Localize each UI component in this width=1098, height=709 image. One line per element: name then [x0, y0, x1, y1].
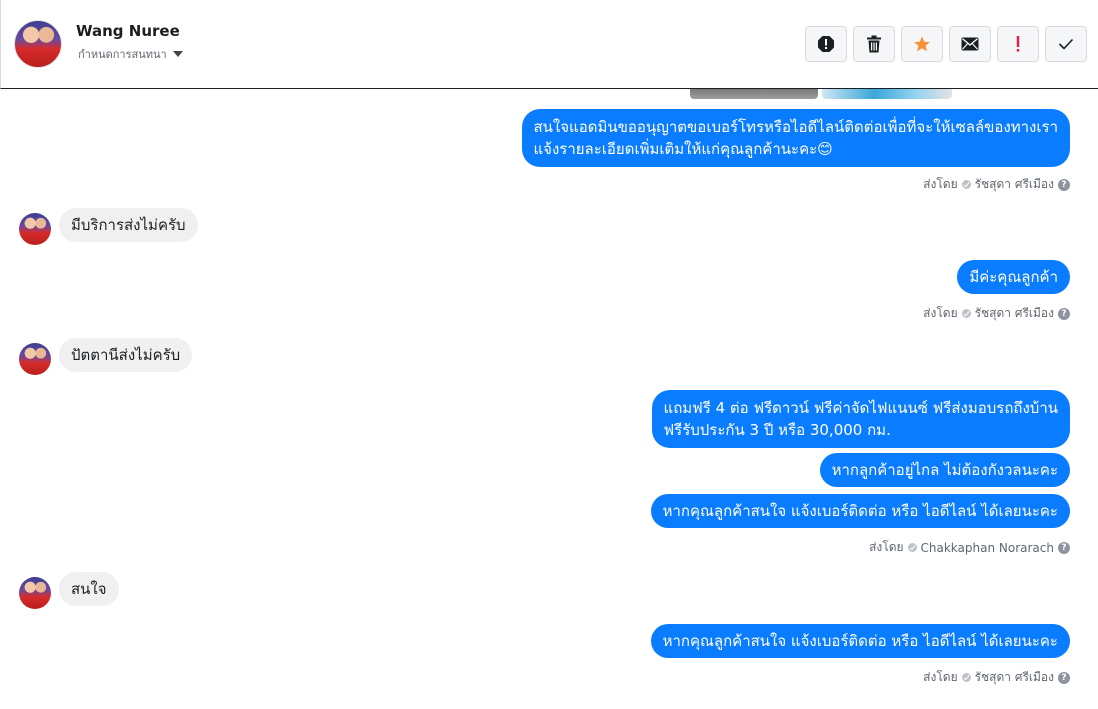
- sender-name: รัชสุดา ศรีเมือง: [974, 306, 1054, 320]
- mark-unread-button[interactable]: [949, 26, 991, 62]
- sent-by-label: ส่งโดย: [923, 670, 958, 684]
- mark-done-button[interactable]: [1045, 26, 1087, 62]
- help-icon[interactable]: ?: [1058, 671, 1070, 684]
- sent-by-label: ส่งโดย: [923, 306, 958, 320]
- message-text: สนใจแอดมินขออนุญาตขอเบอร์โทรหรือไอดีไลน์…: [533, 118, 1059, 136]
- incoming-message[interactable]: ปัตตานีส่งไม่ครับ: [59, 338, 193, 372]
- incoming-message[interactable]: สนใจ: [59, 572, 119, 606]
- outgoing-message[interactable]: มีค่ะคุณลูกค้า: [957, 260, 1070, 294]
- sender-name: รัชสุดา ศรีเมือง: [974, 670, 1054, 684]
- contact-name[interactable]: Wang Nuree: [76, 22, 180, 40]
- verified-icon: [961, 673, 971, 682]
- avatar: [19, 577, 51, 609]
- outgoing-message[interactable]: หากลูกค้าอยู่ไกล ไม่ต้องกังวลนะคะ: [819, 453, 1070, 487]
- avatar: [19, 343, 51, 375]
- star-icon: [914, 36, 930, 52]
- report-icon: [818, 36, 834, 52]
- outgoing-message[interactable]: หากคุณลูกค้าสนใจ แจ้งเบอร์ติดต่อ หรือ ไอ…: [650, 624, 1070, 658]
- conversation-settings-label: กำหนดการสนทนา: [78, 48, 167, 61]
- help-icon[interactable]: ?: [1058, 541, 1070, 554]
- avatar[interactable]: [14, 20, 62, 68]
- exclamation-icon: [1016, 36, 1020, 52]
- shared-images-strip: [690, 89, 952, 99]
- message-text: ฟรีรับประกัน 3 ปี หรือ 30,000 กม.: [663, 421, 891, 439]
- star-button[interactable]: [901, 26, 943, 62]
- action-toolbar: [805, 26, 1087, 62]
- sender-name: รัชสุดา ศรีเมือง: [974, 177, 1054, 191]
- verified-icon: [961, 309, 971, 318]
- envelope-icon: [961, 37, 979, 51]
- sent-by-meta: ส่งโดย Chakkaphan Norarach ?: [869, 538, 1070, 557]
- trash-icon: [867, 35, 881, 53]
- conversation-header: Wang Nuree กำหนดการสนทนา: [0, 0, 1098, 89]
- sent-by-meta: ส่งโดย รัชสุดา ศรีเมือง ?: [923, 668, 1070, 687]
- verified-icon: [907, 543, 917, 552]
- outgoing-message[interactable]: สนใจแอดมินขออนุญาตขอเบอร์โทรหรือไอดีไลน์…: [521, 109, 1070, 167]
- outgoing-message[interactable]: หากคุณลูกค้าสนใจ แจ้งเบอร์ติดต่อ หรือ ไอ…: [650, 494, 1070, 528]
- verified-icon: [961, 180, 971, 189]
- message-text: แถมฟรี 4 ต่อ ฟรีดาวน์ ฟรีค่าจัดไฟแนนซ์ ฟ…: [663, 399, 1058, 417]
- checkmark-icon: [1058, 38, 1074, 50]
- help-icon[interactable]: ?: [1058, 307, 1070, 320]
- caret-down-icon: [172, 51, 183, 57]
- shared-image[interactable]: [690, 89, 818, 99]
- message-text: แจ้งรายละเอียดเพิ่มเติมให้แก่คุณลูกค้านะ…: [533, 140, 833, 158]
- sent-by-meta: ส่งโดย รัชสุดา ศรีเมือง ?: [923, 304, 1070, 323]
- delete-button[interactable]: [853, 26, 895, 62]
- help-icon[interactable]: ?: [1058, 178, 1070, 191]
- outgoing-message[interactable]: แถมฟรี 4 ต่อ ฟรีดาวน์ ฟรีค่าจัดไฟแนนซ์ ฟ…: [651, 390, 1070, 448]
- sent-by-label: ส่งโดย: [923, 177, 958, 191]
- spam-button[interactable]: [997, 26, 1039, 62]
- report-button[interactable]: [805, 26, 847, 62]
- incoming-message[interactable]: มีบริการส่งไม่ครับ: [59, 208, 198, 242]
- sent-by-label: ส่งโดย: [869, 540, 904, 554]
- conversation-settings-dropdown[interactable]: กำหนดการสนทนา: [78, 45, 183, 63]
- sent-by-meta: ส่งโดย รัชสุดา ศรีเมือง ?: [923, 175, 1070, 194]
- avatar: [19, 213, 51, 245]
- shared-image[interactable]: [822, 89, 952, 99]
- sender-name: Chakkaphan Norarach: [920, 540, 1054, 555]
